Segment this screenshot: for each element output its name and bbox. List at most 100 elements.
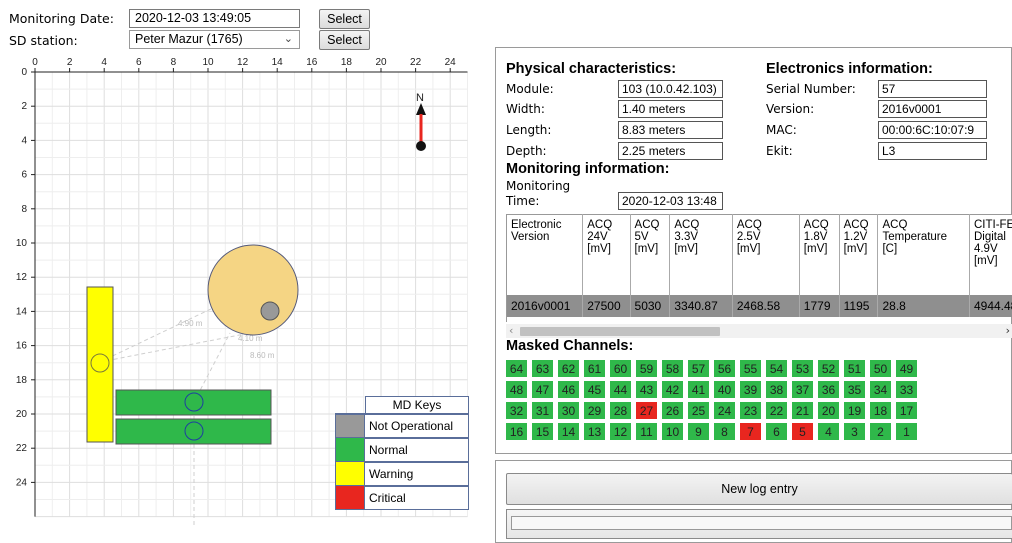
select-date-button[interactable]: Select <box>319 9 370 29</box>
channel-cell[interactable]: 17 <box>896 402 917 419</box>
channel-cell[interactable]: 26 <box>662 402 683 419</box>
scroll-left-icon[interactable]: ‹ <box>509 324 513 338</box>
channel-cell[interactable]: 39 <box>740 381 761 398</box>
channel-cell[interactable]: 25 <box>688 402 709 419</box>
channel-cell[interactable]: 22 <box>766 402 787 419</box>
channel-cell[interactable]: 56 <box>714 360 735 377</box>
channel-cell[interactable]: 19 <box>844 402 865 419</box>
channel-cell[interactable]: 16 <box>506 423 527 440</box>
channel-cell[interactable]: 37 <box>792 381 813 398</box>
table-header-cell: ACQ 5V [mV] <box>630 214 671 295</box>
channel-cell[interactable]: 49 <box>896 360 917 377</box>
channel-cell[interactable]: 53 <box>792 360 813 377</box>
channel-cell[interactable]: 44 <box>610 381 631 398</box>
channel-cell[interactable]: 33 <box>896 381 917 398</box>
channel-cell[interactable]: 59 <box>636 360 657 377</box>
table-header-cell: ACQ 1.2V [mV] <box>839 214 879 295</box>
channel-cell[interactable]: 40 <box>714 381 735 398</box>
channel-cell[interactable]: 42 <box>662 381 683 398</box>
channel-cell[interactable]: 57 <box>688 360 709 377</box>
acq-table-container[interactable]: Electronic Version ACQ 24V [mV] ACQ 5V [mV] ACQ 3… <box>506 214 1012 322</box>
channel-cell[interactable]: 20 <box>818 402 839 419</box>
channel-cell[interactable]: 27 <box>636 402 657 419</box>
channel-cell[interactable]: 38 <box>766 381 787 398</box>
channel-cell[interactable]: 28 <box>610 402 631 419</box>
channel-cell[interactable]: 45 <box>584 381 605 398</box>
channel-cell[interactable]: 43 <box>636 381 657 398</box>
table-header-cell: ACQ 3.3V [mV] <box>669 214 733 295</box>
tank-circle[interactable] <box>207 244 299 336</box>
channel-cell[interactable]: 52 <box>818 360 839 377</box>
channel-cell[interactable]: 60 <box>610 360 631 377</box>
header-line: 2.5V <box>736 231 761 243</box>
ekit-label: Ekit: <box>766 144 793 158</box>
y-tick-label: 0 <box>21 67 27 78</box>
channel-cell[interactable]: 36 <box>818 381 839 398</box>
select-station-button[interactable]: Select <box>319 30 370 50</box>
channel-cell[interactable]: 6 <box>766 423 787 440</box>
channel-cell[interactable]: 35 <box>844 381 865 398</box>
channel-cell[interactable]: 62 <box>558 360 579 377</box>
header-line: [mV] <box>736 243 761 255</box>
channel-cell[interactable]: 3 <box>844 423 865 440</box>
channel-cell[interactable]: 54 <box>766 360 787 377</box>
x-tick-label: 14 <box>272 57 284 68</box>
channel-cell[interactable]: 7 <box>740 423 761 440</box>
channel-cell[interactable]: 64 <box>506 360 527 377</box>
channel-cell[interactable]: 34 <box>870 381 891 398</box>
channel-cell[interactable]: 13 <box>584 423 605 440</box>
channel-cell[interactable]: 51 <box>844 360 865 377</box>
monitoring-date-input[interactable]: 2020-12-03 13:49:05 <box>129 9 300 28</box>
channel-cell[interactable]: 12 <box>610 423 631 440</box>
sd-station-value: Peter Mazur (1765) <box>135 32 243 46</box>
new-log-entry-button[interactable]: New log entry <box>506 473 1012 505</box>
channel-cell[interactable]: 58 <box>662 360 683 377</box>
channel-cell[interactable]: 11 <box>636 423 657 440</box>
channel-cell[interactable]: 24 <box>714 402 735 419</box>
channel-cell[interactable]: 23 <box>740 402 761 419</box>
channel-cell[interactable]: 47 <box>532 381 553 398</box>
channel-cell[interactable]: 63 <box>532 360 553 377</box>
channel-cell[interactable]: 41 <box>688 381 709 398</box>
table-header-cell: ACQ 1.8V [mV] <box>799 214 840 295</box>
channel-cell[interactable]: 1 <box>896 423 917 440</box>
legend-item: Critical <box>365 486 469 510</box>
channel-cell[interactable]: 48 <box>506 381 527 398</box>
channel-cell[interactable]: 30 <box>558 402 579 419</box>
channel-cell[interactable]: 14 <box>558 423 579 440</box>
channel-cell[interactable]: 2 <box>870 423 891 440</box>
channel-cell[interactable]: 31 <box>532 402 553 419</box>
mac-value: 00:00:6C:10:07:9 <box>878 121 987 139</box>
x-tick-label: 0 <box>32 57 38 68</box>
channel-cell[interactable]: 29 <box>584 402 605 419</box>
channel-cell[interactable]: 18 <box>870 402 891 419</box>
channel-cell[interactable]: 9 <box>688 423 709 440</box>
channel-cell[interactable]: 4 <box>818 423 839 440</box>
channel-cell[interactable]: 21 <box>792 402 813 419</box>
electronics-title: Electronics information: <box>766 61 933 77</box>
channel-cell[interactable]: 10 <box>662 423 683 440</box>
log-entry-input[interactable] <box>511 516 1012 530</box>
channel-cell[interactable]: 5 <box>792 423 813 440</box>
sd-station-select[interactable]: Peter Mazur (1765) ⌄ <box>129 30 300 49</box>
channel-cell[interactable]: 8 <box>714 423 735 440</box>
x-tick-label: 24 <box>445 57 457 68</box>
table-scrollbar[interactable]: ‹ › <box>506 324 1012 338</box>
channel-cell[interactable]: 50 <box>870 360 891 377</box>
channel-cell[interactable]: 15 <box>532 423 553 440</box>
scrollbar-thumb[interactable] <box>520 327 720 336</box>
scroll-right-icon[interactable]: › <box>1006 324 1010 338</box>
header-line: ACQ <box>587 219 613 231</box>
channel-cell[interactable]: 55 <box>740 360 761 377</box>
header-line: [mV] <box>587 243 611 255</box>
x-tick-label: 4 <box>101 57 107 68</box>
chevron-down-icon: ⌄ <box>283 33 293 45</box>
log-entry-area[interactable] <box>506 509 1012 539</box>
tank-sensor[interactable] <box>260 301 280 321</box>
legend-swatch <box>335 486 365 510</box>
channel-cell[interactable]: 46 <box>558 381 579 398</box>
channel-cell[interactable]: 61 <box>584 360 605 377</box>
channel-row: 16 15 14 13 12 11 10 9 8 7 6 5 4 3 2 1 <box>506 423 1012 440</box>
channel-cell[interactable]: 32 <box>506 402 527 419</box>
channel-row: 64 63 62 61 60 59 58 57 56 55 54 53 52 51 50 49 <box>506 360 1012 377</box>
